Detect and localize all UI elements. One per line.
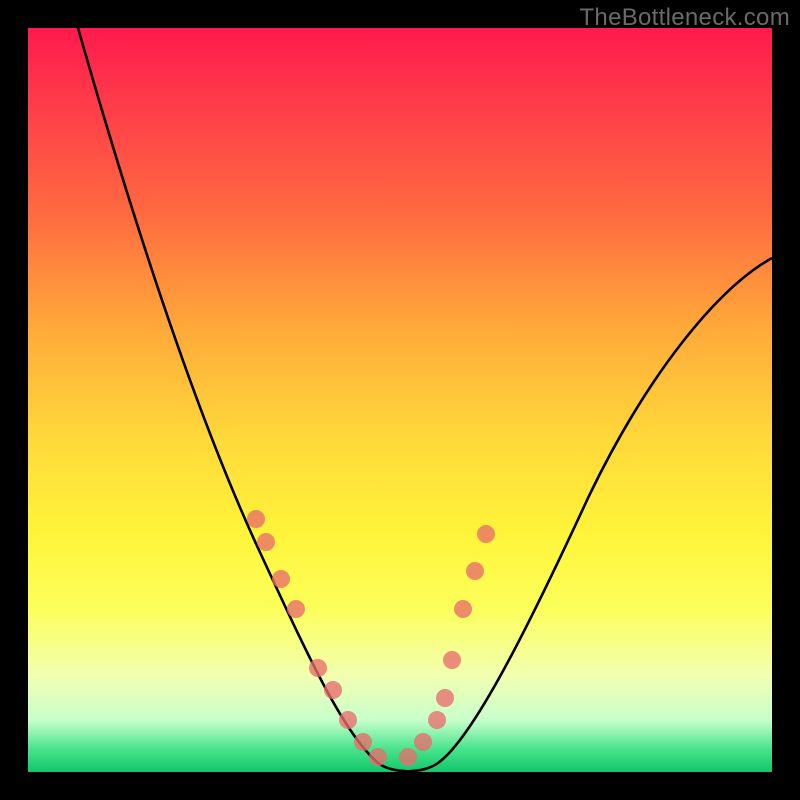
dot: [354, 733, 372, 751]
dot: [428, 711, 446, 729]
dot: [309, 659, 327, 677]
dot: [477, 525, 495, 543]
bottleneck-curve-path: [78, 28, 772, 771]
dot: [257, 533, 275, 551]
highlight-dots: [247, 510, 495, 766]
chart-plot-area: [28, 28, 772, 772]
dot: [369, 748, 387, 766]
dot: [443, 651, 461, 669]
dot: [466, 562, 484, 580]
dot: [324, 681, 342, 699]
dot: [339, 711, 357, 729]
dot: [454, 600, 472, 618]
dot: [436, 689, 454, 707]
dot: [287, 600, 305, 618]
watermark-text: TheBottleneck.com: [579, 4, 790, 32]
dot: [399, 748, 417, 766]
dot: [414, 733, 432, 751]
dot: [272, 570, 290, 588]
dot: [247, 510, 265, 528]
bottleneck-curve-svg: [28, 28, 772, 772]
